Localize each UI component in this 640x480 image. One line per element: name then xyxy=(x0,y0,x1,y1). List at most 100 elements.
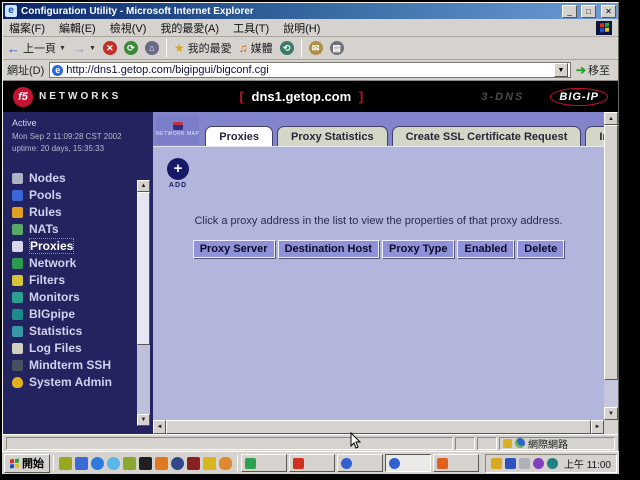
go-button[interactable]: ➔ 移至 xyxy=(576,62,614,78)
sidebar-item-nats[interactable]: NATs xyxy=(12,221,153,238)
quick-launch-icon[interactable] xyxy=(107,457,120,470)
stop-button[interactable]: ✕ xyxy=(103,41,117,55)
column-enabled[interactable]: Enabled xyxy=(457,240,514,258)
add-icon[interactable]: + xyxy=(167,158,189,180)
sidebar-item-bigpipe[interactable]: BIGpipe xyxy=(12,306,153,323)
sidebar-item-mindterm-ssh[interactable]: Mindterm SSH xyxy=(12,357,153,374)
scroll-left-icon[interactable]: ◄ xyxy=(153,420,166,434)
vertical-scrollbar[interactable]: ▲ ▼ xyxy=(604,112,618,420)
sidebar-item-nodes[interactable]: Nodes xyxy=(12,170,153,187)
scroll-up-icon[interactable]: ▲ xyxy=(604,112,618,125)
home-button[interactable]: ⌂ xyxy=(145,41,159,55)
history-button[interactable]: ⟲ xyxy=(280,41,294,55)
print-button[interactable]: ▤ xyxy=(330,41,344,55)
favorites-label: 我的最愛 xyxy=(188,40,232,56)
close-button[interactable]: ✕ xyxy=(601,5,616,18)
sidebar-item-proxies[interactable]: Proxies xyxy=(12,238,153,255)
f5-logo-icon: f5 xyxy=(13,87,33,107)
scroll-right-icon[interactable]: ► xyxy=(591,420,604,434)
maximize-button[interactable]: □ xyxy=(581,5,596,18)
start-button[interactable]: 開始 xyxy=(4,454,50,473)
forward-icon: → xyxy=(73,42,86,55)
quick-launch-bar xyxy=(57,457,234,470)
back-dropdown-icon[interactable]: ▼ xyxy=(59,45,66,52)
quick-launch-icon[interactable] xyxy=(219,457,232,470)
scroll-up-icon[interactable]: ▲ xyxy=(137,180,150,192)
network-map-button[interactable]: NETWORK MAP xyxy=(156,115,199,144)
tab-create-ssl-certificate-request[interactable]: Create SSL Certificate Request xyxy=(392,126,582,146)
sidebar-item-rules[interactable]: Rules xyxy=(12,204,153,221)
desktop: e Configuration Utility - Microsoft Inte… xyxy=(2,2,619,474)
menu-help[interactable]: 說明(H) xyxy=(283,20,320,36)
scrollbar-thumb[interactable] xyxy=(137,192,150,345)
task-window-button[interactable] xyxy=(433,454,479,472)
media-button[interactable]: ♫ 媒體 xyxy=(239,40,273,56)
sidebar-item-statistics[interactable]: Statistics xyxy=(12,323,153,340)
sidebar-item-network[interactable]: Network xyxy=(12,255,153,272)
quick-launch-icon[interactable] xyxy=(187,457,200,470)
sidebar-item-system-admin[interactable]: System Admin xyxy=(12,374,153,391)
task-window-button[interactable] xyxy=(241,454,287,472)
menu-edit[interactable]: 編輯(E) xyxy=(59,20,96,36)
quick-launch-icon[interactable] xyxy=(203,457,216,470)
tray-icon[interactable] xyxy=(519,458,530,469)
tab-proxy-statistics[interactable]: Proxy Statistics xyxy=(277,126,388,146)
forward-button[interactable]: → ▼ xyxy=(73,42,96,55)
quick-launch-icon[interactable] xyxy=(155,457,168,470)
back-button[interactable]: ← 上一頁 ▼ xyxy=(7,40,66,56)
quick-launch-icon[interactable] xyxy=(139,457,152,470)
sidebar-item-filters[interactable]: Filters xyxy=(12,272,153,289)
sidebar-item-log-files[interactable]: Log Files xyxy=(12,340,153,357)
horizontal-scrollbar[interactable]: ◄ ► xyxy=(153,420,604,434)
menu-view[interactable]: 檢視(V) xyxy=(110,20,147,36)
menu-tools[interactable]: 工具(T) xyxy=(233,20,269,36)
sidebar-item-monitors[interactable]: Monitors xyxy=(12,289,153,306)
quick-launch-icon[interactable] xyxy=(75,457,88,470)
ie-window-icon: e xyxy=(5,5,17,17)
network-map-icon xyxy=(173,122,183,130)
scroll-down-icon[interactable]: ▼ xyxy=(604,407,618,420)
quick-launch-icon[interactable] xyxy=(91,457,104,470)
sidebar: Active Mon Sep 2 11:09:28 CST 2002 uptim… xyxy=(3,112,153,434)
quick-launch-icon[interactable] xyxy=(123,457,136,470)
task-window-button[interactable] xyxy=(289,454,335,472)
forward-dropdown-icon[interactable]: ▼ xyxy=(89,45,96,52)
tab-install-ssl-certificate[interactable]: Install SSL Certificate xyxy=(585,126,604,146)
scrollbar-thumb[interactable] xyxy=(604,125,618,380)
column-destination-host[interactable]: Destination Host xyxy=(278,240,379,258)
task-window-button[interactable] xyxy=(337,454,383,472)
sidebar-item-pools[interactable]: Pools xyxy=(12,187,153,204)
menu-favorites[interactable]: 我的最愛(A) xyxy=(160,20,219,36)
tray-icon[interactable] xyxy=(547,458,558,469)
column-delete[interactable]: Delete xyxy=(517,240,564,258)
quick-launch-icon[interactable] xyxy=(59,457,72,470)
quick-launch-icon[interactable] xyxy=(171,457,184,470)
windows-taskbar: 開始 上午 1 xyxy=(2,451,619,474)
bracket-left: [ xyxy=(240,89,244,104)
task-window-button-active[interactable] xyxy=(385,454,431,472)
tab-proxies[interactable]: Proxies xyxy=(205,126,273,146)
title-bar[interactable]: e Configuration Utility - Microsoft Inte… xyxy=(3,3,618,19)
menu-file[interactable]: 檔案(F) xyxy=(9,20,45,36)
scrollbar-thumb[interactable] xyxy=(166,420,591,434)
refresh-button[interactable]: ⟳ xyxy=(124,41,138,55)
sidebar-scrollbar[interactable]: ▲ ▼ xyxy=(137,180,150,426)
zone-label: 網際網路 xyxy=(528,436,568,451)
scroll-down-icon[interactable]: ▼ xyxy=(137,414,150,426)
address-url[interactable]: http://dns1.getop.com/bigipgui/bigconf.c… xyxy=(66,64,551,76)
tray-icon[interactable] xyxy=(505,458,516,469)
column-proxy-type[interactable]: Proxy Type xyxy=(382,240,455,258)
bigpipe-icon xyxy=(12,309,23,320)
address-input[interactable]: e http://dns1.getop.com/bigipgui/bigconf… xyxy=(49,62,571,78)
tray-icon[interactable] xyxy=(491,458,502,469)
tray-icon[interactable] xyxy=(533,458,544,469)
favorites-button[interactable]: ★ 我的最愛 xyxy=(174,40,232,56)
add-proxy-control[interactable]: + ADD xyxy=(165,158,191,189)
address-dropdown-icon[interactable]: ▼ xyxy=(554,63,568,77)
statistics-icon xyxy=(12,326,23,337)
column-proxy-server[interactable]: Proxy Server xyxy=(193,240,275,258)
minimize-button[interactable]: _ xyxy=(562,5,577,18)
mail-button[interactable]: ✉ xyxy=(309,41,323,55)
task-app-icon xyxy=(245,458,256,469)
sidebar-nav: Nodes Pools Rules NATs Proxies xyxy=(12,170,153,391)
